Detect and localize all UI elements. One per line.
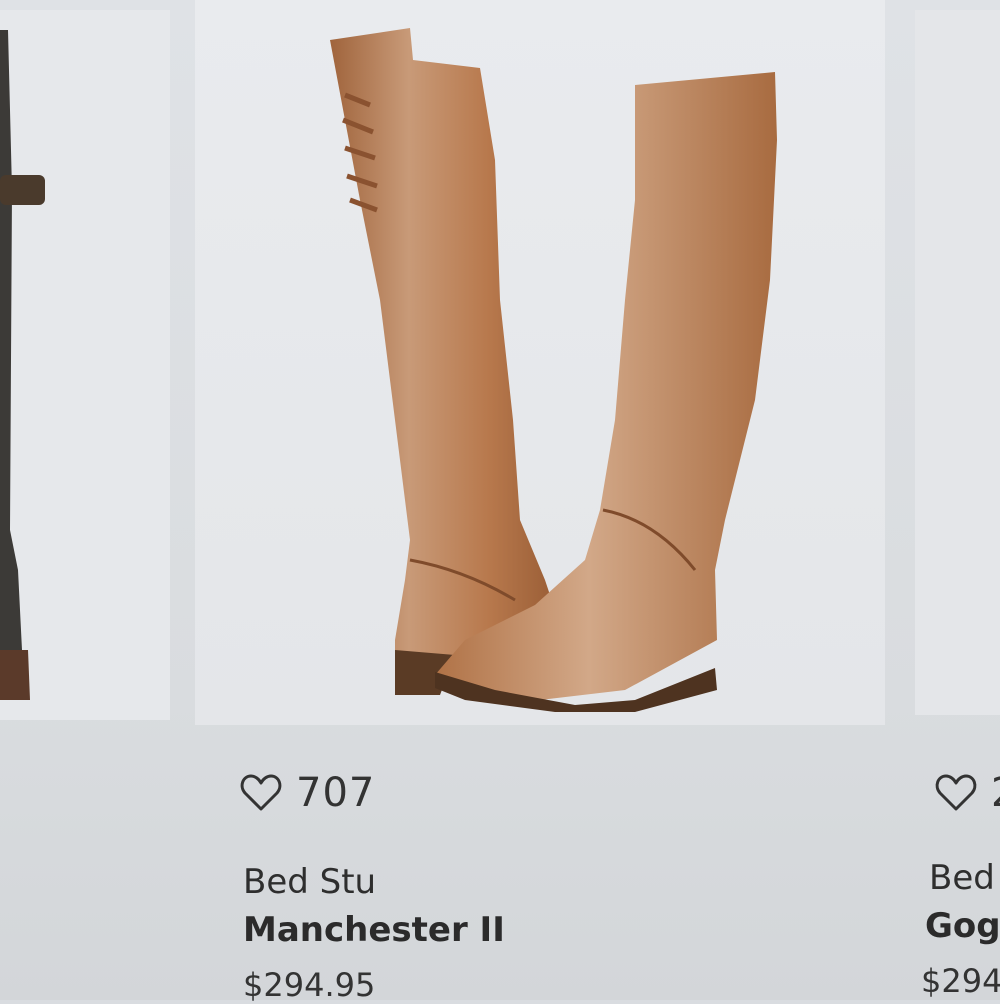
favorite-count: 2 (991, 770, 1000, 816)
product-name[interactable]: Manchester II (243, 910, 505, 950)
product-card-right[interactable]: 2 Bed Gog $294 (915, 0, 1000, 1000)
tall-leather-boots-image (330, 28, 777, 712)
boot-image (0, 30, 45, 700)
favorite-row[interactable]: 707 (240, 770, 375, 816)
heart-icon[interactable] (935, 774, 977, 812)
product-card-main[interactable]: 707 Bed Stu Manchester II $294.95 (195, 0, 885, 1004)
product-image[interactable] (195, 0, 885, 725)
heart-icon[interactable] (240, 774, 282, 812)
product-image[interactable] (0, 10, 170, 720)
product-image[interactable] (915, 10, 1000, 715)
product-brand[interactable]: Bed (929, 858, 995, 898)
product-name[interactable]: Gog (925, 906, 1000, 946)
product-grid: 707 Bed Stu Manchester II $294.95 2 Bed … (0, 0, 1000, 1004)
product-price: $294 (921, 962, 1000, 1000)
product-brand[interactable]: Bed Stu (243, 862, 376, 902)
product-card-left[interactable] (0, 0, 170, 1000)
favorite-row[interactable]: 2 (935, 770, 1000, 816)
product-price: $294.95 (243, 966, 376, 1004)
favorite-count: 707 (296, 770, 376, 816)
